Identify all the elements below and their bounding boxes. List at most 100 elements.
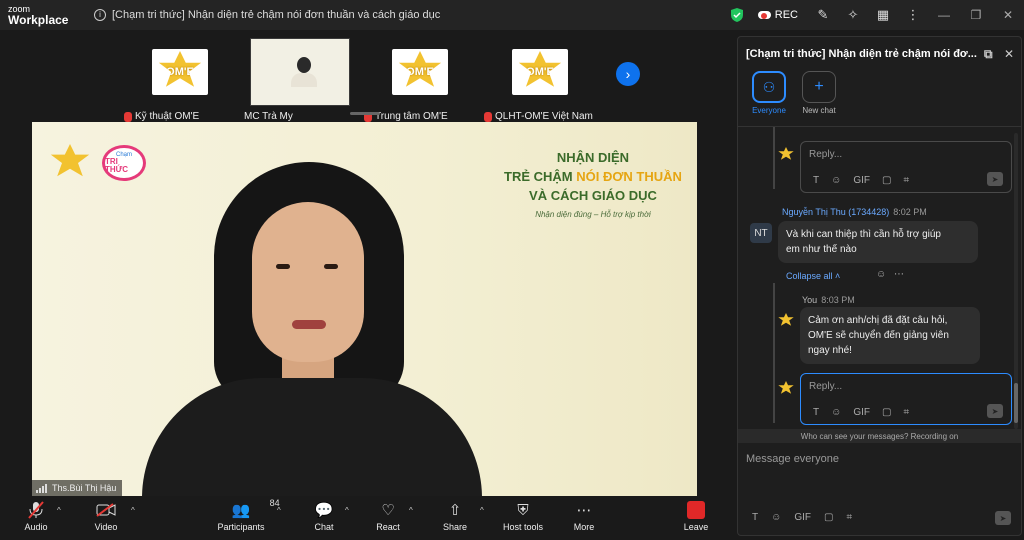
tab-everyone[interactable]: ⚇ Everyone	[746, 71, 792, 126]
more-button[interactable]: ⋯ More	[554, 500, 614, 532]
text-format-icon[interactable]: T	[752, 512, 758, 523]
mic-muted-icon	[484, 111, 492, 122]
share-button[interactable]: ⇧ Share	[425, 500, 485, 532]
plus-icon: +	[802, 71, 836, 103]
text-format-icon[interactable]: T	[813, 175, 819, 186]
participants-icon: 👥 84	[231, 498, 280, 519]
shield-icon[interactable]	[726, 4, 748, 26]
message-line: OM'E sẽ chuyển đến giảng viên	[808, 330, 949, 341]
more-label: More	[573, 522, 595, 532]
collapse-all-link[interactable]: Collapse all ˄	[786, 271, 840, 281]
slide-line2-b: NÓI ĐƠN THUẦN	[576, 169, 682, 184]
react-button[interactable]: ♡ React	[358, 500, 418, 532]
share-icon: ⇧	[448, 502, 462, 519]
file-icon[interactable]: ▢	[824, 512, 833, 523]
speaker-name: Ths.Bùi Thị Hậu	[52, 483, 117, 493]
audio-options-caret[interactable]: ^	[57, 506, 61, 515]
video-button[interactable]: Video	[76, 500, 136, 532]
audio-label: Audio	[24, 522, 48, 532]
file-icon[interactable]: ▢	[882, 175, 891, 186]
compose-placeholder: Message everyone	[746, 453, 839, 465]
minimize-button[interactable]: —	[928, 0, 960, 30]
gif-icon[interactable]: GIF	[853, 407, 870, 418]
rec-label: REC	[774, 9, 798, 21]
meeting-title: [Chạm tri thức] Nhận diện trẻ chậm nói đ…	[112, 9, 441, 21]
host-tools-button[interactable]: ⛨ Host tools	[493, 500, 553, 533]
participant-thumbnail[interactable]: OM'E Trung tâm OM'E	[360, 38, 480, 122]
message-list[interactable]: Reply... T ☺ GIF ▢ ⌗ ➤ Nguyễn Thị Thu (17344…	[738, 127, 1021, 427]
chat-button[interactable]: 💬 Chat	[294, 500, 354, 532]
participants-options-caret[interactable]: ^	[277, 506, 281, 515]
emoji-icon[interactable]: ☺	[771, 512, 781, 523]
screenshot-icon[interactable]: ⌗	[903, 407, 909, 418]
participant-thumbnail[interactable]: OM'E Kỹ thuật OM'E	[120, 38, 240, 122]
next-page-button[interactable]: ›	[616, 62, 640, 86]
participant-thumbnail[interactable]: MC Trà My	[240, 38, 360, 122]
emoji-icon[interactable]: ☺	[831, 175, 841, 186]
reply-input[interactable]: Reply... T ☺ GIF ▢ ⌗ ➤	[800, 373, 1012, 425]
message-sender: Nguyễn Thị Thu (1734428) 8:02 PM	[782, 207, 927, 217]
text-format-icon[interactable]: T	[813, 407, 819, 418]
info-icon[interactable]: i	[94, 9, 106, 21]
tab-new-chat[interactable]: + New chat	[796, 71, 842, 126]
video-options-caret[interactable]: ^	[131, 506, 135, 515]
ome-avatar	[778, 381, 794, 394]
send-icon[interactable]: ➤	[995, 511, 1011, 525]
reply-input[interactable]: Reply... T ☺ GIF ▢ ⌗ ➤	[800, 141, 1012, 193]
react-options-caret[interactable]: ^	[409, 506, 413, 515]
leave-button[interactable]: Leave	[666, 500, 726, 532]
slide-line1: NHẬN DIỆN	[556, 150, 630, 165]
zoom-logo: zoom Workplace	[0, 4, 82, 26]
camera-off-icon	[96, 500, 116, 520]
screenshot-icon[interactable]: ⌗	[846, 512, 852, 523]
chat-options-caret[interactable]: ^	[345, 506, 349, 515]
message-line: Cảm ơn anh/chị đã đặt câu hỏi,	[808, 315, 948, 326]
reply-placeholder: Reply...	[809, 381, 843, 392]
share-options-caret[interactable]: ^	[480, 506, 484, 515]
sender-name: Nguyễn Thị Thu (1734428)	[782, 207, 890, 217]
share-label: Share	[442, 522, 468, 532]
emoji-reaction-icon[interactable]: ☺	[876, 269, 886, 280]
sparkle-icon[interactable]: ✧	[842, 4, 864, 26]
resize-handle[interactable]	[350, 112, 380, 115]
file-icon[interactable]: ▢	[882, 407, 891, 418]
chat-tabs: ⚇ Everyone + New chat	[738, 71, 1021, 127]
emoji-icon[interactable]: ☺	[831, 407, 841, 418]
privacy-notice[interactable]: Who can see your messages? Recording on	[738, 429, 1021, 443]
popout-icon[interactable]: ⧉	[984, 47, 993, 62]
maximize-button[interactable]: ❐	[960, 0, 992, 30]
participant-thumbnail[interactable]: OM'E QLHT-OM'E Việt Nam	[480, 38, 600, 122]
gif-icon[interactable]: GIF	[853, 175, 870, 186]
gif-icon[interactable]: GIF	[794, 512, 811, 523]
more-options-icon[interactable]: ⋯	[894, 269, 904, 280]
thumbnail-strip: OM'E Kỹ thuật OM'E MC Trà My OM'E Trung …	[120, 38, 600, 122]
leave-label: Leave	[683, 522, 709, 532]
message-compose[interactable]: Message everyone T ☺ GIF ▢ ⌗ ➤	[738, 445, 1021, 535]
thread-line	[773, 283, 775, 423]
ome-logo: OM'E	[392, 49, 448, 95]
cloud-icon	[757, 11, 771, 19]
close-window-button[interactable]: ✕	[992, 0, 1024, 30]
logo-text: OM'E	[406, 66, 434, 78]
send-icon[interactable]: ➤	[987, 404, 1003, 418]
slide-line3: VÀ CÁCH GIÁO DỤC	[529, 188, 657, 203]
participant-name: QLHT-OM'E Việt Nam	[495, 111, 593, 122]
send-icon[interactable]: ➤	[987, 172, 1003, 186]
recording-indicator[interactable]: REC	[757, 9, 798, 21]
scrollbar-thumb[interactable]	[1014, 383, 1018, 423]
chat-panel: [Chạm tri thức] Nhận diện trẻ chậm nói đ…	[737, 36, 1022, 536]
chat-scrollbar[interactable]	[1014, 133, 1018, 429]
chat-header: [Chạm tri thức] Nhận diện trẻ chậm nói đ…	[738, 37, 1021, 71]
message-line: Và khi can thiệp thì cần hỗ trợ giúp	[786, 229, 941, 240]
ome-avatar	[778, 147, 794, 160]
participants-button[interactable]: 👥 84 Participants	[211, 498, 280, 532]
close-chat-icon[interactable]: ✕	[1004, 47, 1014, 61]
speaker-video: Chạm TRI THỨC NHẬN DIỆN TRẺ CHẬM NÓI ĐƠN…	[32, 122, 697, 496]
menu-icon[interactable]: ⋮	[902, 4, 924, 26]
collapse-label: Collapse all	[786, 271, 833, 281]
layout-icon[interactable]: ▦	[872, 4, 894, 26]
screenshot-icon[interactable]: ⌗	[903, 175, 909, 186]
audio-button[interactable]: Audio	[6, 500, 66, 532]
shield-icon: ⛨	[517, 501, 529, 519]
pen-icon[interactable]: ✎	[812, 4, 834, 26]
